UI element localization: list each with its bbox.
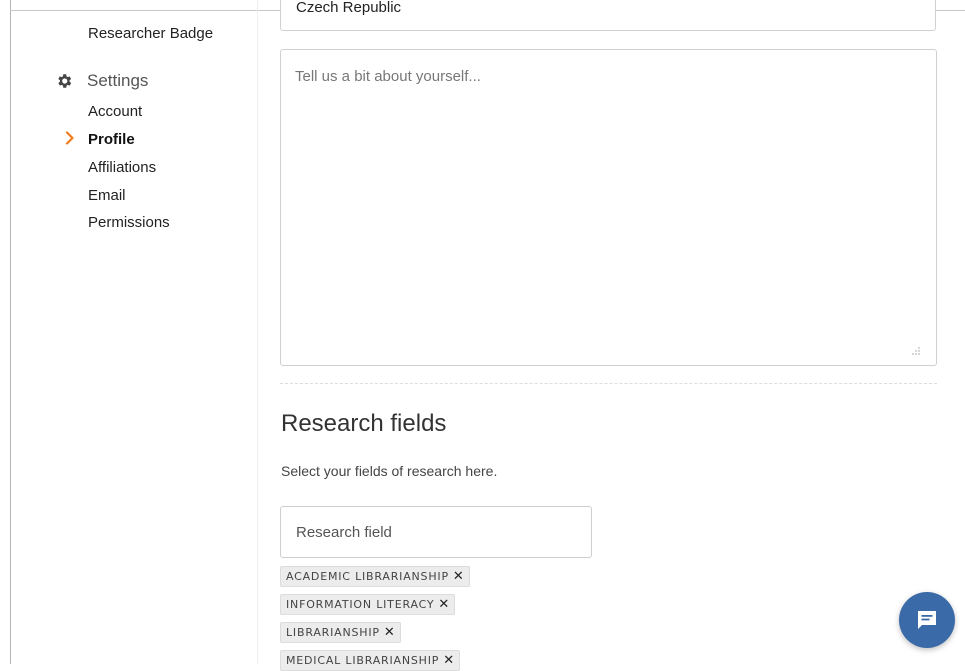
research-tag: ACADEMIC LIBRARIANSHIP ✕ [280, 566, 470, 587]
resize-handle-icon[interactable] [912, 347, 920, 355]
research-tag: INFORMATION LITERACY ✕ [280, 594, 456, 615]
sidebar-item-email[interactable]: Email [88, 187, 126, 204]
research-fields-title: Research fields [281, 410, 447, 437]
remove-tag-icon[interactable]: ✕ [443, 653, 454, 668]
sidebar-item-affiliations[interactable]: Affiliations [88, 159, 156, 176]
sidebar-settings-heading: Settings [55, 71, 148, 91]
window-left-edge [10, 0, 11, 664]
chevron-right-icon [65, 131, 74, 145]
settings-heading-label: Settings [87, 71, 149, 90]
remove-tag-icon[interactable]: ✕ [453, 569, 464, 584]
research-tag: LIBRARIANSHIP ✕ [280, 622, 401, 643]
sidebar-divider [257, 0, 258, 664]
country-field[interactable]: Czech Republic [280, 0, 936, 31]
tag-label: INFORMATION LITERACY [286, 598, 435, 611]
remove-tag-icon[interactable]: ✕ [384, 625, 395, 640]
remove-tag-icon[interactable]: ✕ [438, 597, 449, 612]
bio-textarea[interactable] [281, 50, 936, 365]
chat-button[interactable] [899, 592, 955, 648]
research-tag: MEDICAL LIBRARIANSHIP ✕ [280, 650, 461, 671]
research-fields-subtitle: Select your fields of research here. [281, 463, 498, 479]
chat-bubble-icon [918, 611, 936, 629]
bio-field-container [280, 49, 937, 366]
tag-label: ACADEMIC LIBRARIANSHIP [286, 570, 449, 583]
country-value: Czech Republic [296, 0, 402, 16]
section-divider [280, 383, 937, 384]
sidebar-item-account[interactable]: Account [88, 103, 142, 120]
tag-label: LIBRARIANSHIP [286, 626, 380, 639]
gear-icon [58, 74, 72, 88]
sidebar-item-permissions[interactable]: Permissions [88, 214, 170, 231]
sidebar-item-profile[interactable]: Profile [88, 131, 135, 148]
sidebar-link-researcher-badge[interactable]: Researcher Badge [88, 25, 213, 42]
tag-label: MEDICAL LIBRARIANSHIP [286, 654, 440, 667]
research-field-input[interactable] [280, 506, 592, 558]
